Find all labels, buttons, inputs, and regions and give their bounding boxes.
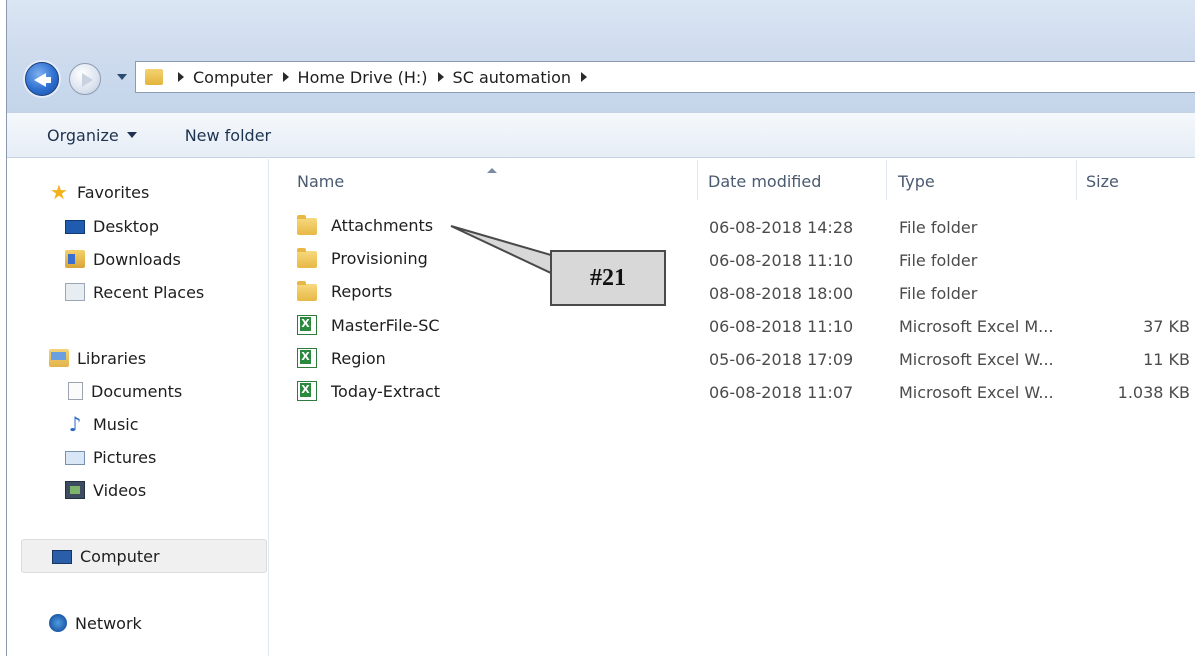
file-name: MasterFile-SC: [331, 315, 440, 335]
nav-videos[interactable]: Videos: [65, 477, 146, 503]
column-divider[interactable]: [1076, 160, 1077, 200]
chevron-down-icon: [126, 132, 137, 138]
file-name: Region: [331, 348, 386, 368]
new-folder-label: New folder: [184, 125, 272, 145]
breadcrumb-sc-automation[interactable]: SC automation: [453, 68, 571, 87]
column-header-type[interactable]: Type: [898, 172, 935, 191]
nav-downloads-label: Downloads: [93, 249, 181, 269]
organize-button[interactable]: Organize: [47, 126, 137, 145]
nav-network[interactable]: Network: [49, 610, 142, 636]
file-row[interactable]: Region 05-06-2018 17:09 Microsoft Excel …: [297, 344, 1195, 374]
nav-libraries[interactable]: Libraries: [49, 345, 146, 371]
file-type: Microsoft Excel M...: [899, 317, 1054, 336]
chevron-right-icon[interactable]: [178, 72, 184, 82]
file-date: 08-08-2018 18:00: [709, 284, 854, 303]
column-divider[interactable]: [886, 160, 887, 200]
chevron-right-icon[interactable]: [437, 72, 444, 82]
column-divider[interactable]: [697, 160, 698, 200]
nav-favorites[interactable]: ★ Favorites: [49, 179, 149, 205]
new-folder-button[interactable]: New folder: [185, 126, 271, 145]
back-button[interactable]: [25, 62, 59, 96]
file-row[interactable]: MasterFile-SC 06-08-2018 11:10 Microsoft…: [297, 311, 1195, 341]
file-date: 06-08-2018 11:10: [709, 317, 854, 336]
desktop-icon: [65, 220, 85, 234]
file-row[interactable]: Today-Extract 06-08-2018 11:07 Microsoft…: [297, 377, 1195, 407]
nav-recent-places-label: Recent Places: [93, 282, 205, 302]
folder-icon: [297, 281, 317, 301]
sort-ascending-icon: [487, 168, 497, 173]
libraries-icon: [49, 349, 69, 367]
file-size: 37 KB: [1143, 317, 1190, 336]
callout-pointer: [450, 225, 552, 275]
file-date: 06-08-2018 14:28: [709, 218, 854, 237]
document-icon: [68, 382, 83, 400]
music-note-icon: ♪: [68, 412, 82, 436]
file-date: 06-08-2018 11:07: [709, 383, 854, 402]
nav-documents[interactable]: Documents: [65, 378, 182, 404]
nav-computer[interactable]: Computer: [21, 539, 267, 573]
organize-label: Organize: [47, 125, 119, 145]
excel-icon: [297, 381, 317, 401]
star-icon: ★: [50, 180, 68, 204]
file-type: File folder: [899, 284, 978, 303]
recent-places-icon: [65, 283, 85, 301]
address-bar[interactable]: Computer Home Drive (H:) SC automation: [135, 61, 1195, 93]
nav-computer-label: Computer: [80, 546, 160, 566]
forward-button[interactable]: [69, 63, 101, 95]
nav-favorites-label: Favorites: [77, 182, 150, 202]
nav-pictures[interactable]: Pictures: [65, 444, 156, 470]
file-date: 06-08-2018 11:10: [709, 251, 854, 270]
explorer-window: Computer Home Drive (H:) SC automation O…: [6, 0, 1195, 656]
command-bar: Organize New folder: [7, 112, 1195, 158]
pictures-icon: [65, 451, 85, 465]
file-type: File folder: [899, 251, 978, 270]
annotation-callout: #21: [550, 250, 666, 306]
excel-icon: [297, 348, 317, 368]
videos-icon: [65, 481, 85, 499]
folder-icon: [145, 69, 163, 85]
title-area: Computer Home Drive (H:) SC automation: [7, 0, 1195, 112]
column-header-name[interactable]: Name: [297, 172, 344, 191]
nav-desktop[interactable]: Desktop: [65, 213, 159, 239]
file-row[interactable]: Provisioning 06-08-2018 11:10 File folde…: [297, 245, 1195, 275]
breadcrumb-home-drive[interactable]: Home Drive (H:): [298, 68, 428, 87]
file-size: 11 KB: [1143, 350, 1190, 369]
file-type: Microsoft Excel W...: [899, 383, 1054, 402]
excel-icon: [297, 315, 317, 335]
chevron-right-icon[interactable]: [581, 72, 587, 82]
folder-icon: [297, 248, 317, 268]
file-date: 05-06-2018 17:09: [709, 350, 854, 369]
nav-desktop-label: Desktop: [93, 216, 159, 236]
nav-pictures-label: Pictures: [93, 447, 157, 467]
breadcrumb-computer[interactable]: Computer: [193, 68, 273, 87]
folder-icon: [297, 215, 317, 235]
nav-music-label: Music: [93, 414, 139, 434]
file-name: Today-Extract: [331, 381, 441, 401]
nav-recent-places[interactable]: Recent Places: [65, 279, 204, 305]
file-type: File folder: [899, 218, 978, 237]
file-row[interactable]: Reports 08-08-2018 18:00 File folder: [297, 278, 1195, 308]
file-name: Reports: [331, 282, 393, 301]
nav-documents-label: Documents: [91, 381, 183, 401]
column-header-date-modified[interactable]: Date modified: [708, 172, 821, 191]
nav-network-label: Network: [75, 613, 142, 633]
recent-pages-dropdown-icon[interactable]: [117, 74, 127, 80]
network-icon: [49, 614, 67, 632]
nav-music[interactable]: ♪ Music: [65, 411, 139, 437]
computer-icon: [52, 550, 72, 564]
file-name: Attachments: [331, 216, 434, 235]
file-size: 1.038 KB: [1117, 383, 1190, 402]
navigation-pane: ★ Favorites Desktop Downloads Recent Pla…: [7, 159, 269, 656]
nav-downloads[interactable]: Downloads: [65, 246, 181, 272]
chevron-right-icon[interactable]: [282, 72, 289, 82]
file-type: Microsoft Excel W...: [899, 350, 1054, 369]
nav-libraries-label: Libraries: [77, 348, 147, 368]
nav-videos-label: Videos: [93, 480, 147, 500]
file-name: Provisioning: [331, 249, 428, 268]
file-row[interactable]: Attachments 06-08-2018 14:28 File folder: [297, 212, 1195, 242]
downloads-icon: [65, 250, 85, 268]
column-header-size[interactable]: Size: [1086, 172, 1119, 191]
